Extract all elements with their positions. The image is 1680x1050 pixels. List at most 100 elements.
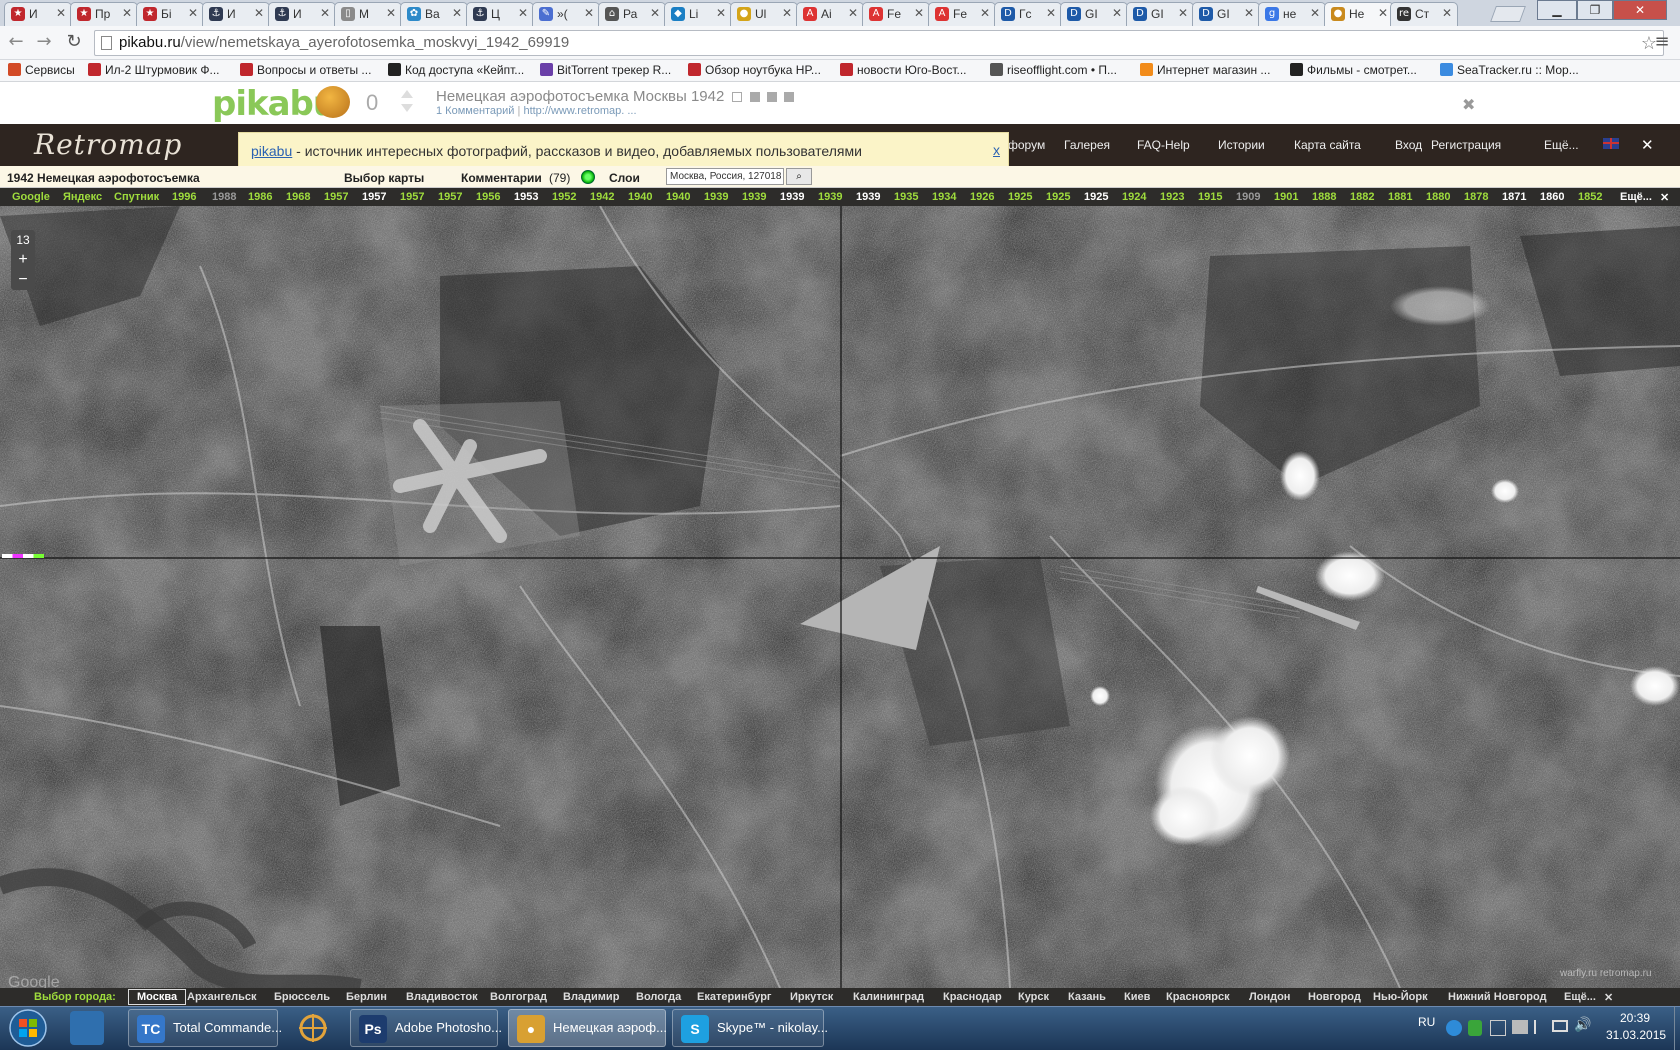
tab-close-icon[interactable]: ✕ [254,6,264,20]
explorer-quicklaunch-icon[interactable] [70,1011,104,1045]
vkontakte-icon[interactable] [784,92,794,102]
aerial-map[interactable]: warfly.ru retromap.ru Google [0,206,1680,988]
shield-tray-icon[interactable] [1468,1020,1482,1036]
tab-close-icon[interactable]: ✕ [650,6,660,20]
year-link[interactable]: 1953 [514,191,538,203]
browser-tab[interactable]: D Гс ✕ [994,2,1062,26]
retromap-logo[interactable]: Retromap [34,128,182,161]
year-link[interactable]: 1957 [324,191,348,203]
nav-link[interactable]: Вход [1395,138,1422,152]
bookmark-item[interactable]: Ил-2 Штурмовик Ф... [88,63,220,77]
bookmark-item[interactable]: riseofflight.com • П... [990,63,1117,77]
city-link[interactable]: ✕ [1604,991,1613,1004]
city-link[interactable]: Волгоград [490,991,547,1003]
browser-tab[interactable]: g не ✕ [1258,2,1326,26]
year-link[interactable]: 1939 [818,191,842,203]
taskbar-item[interactable]: S Skype™ - nikolay... [672,1009,828,1047]
tab-close-icon[interactable]: ✕ [848,6,858,20]
tab-close-icon[interactable]: ✕ [1112,6,1122,20]
year-link[interactable]: 1915 [1198,191,1222,203]
city-link[interactable]: Владимир [563,991,619,1003]
city-link[interactable]: Архангельск [187,991,256,1003]
bookmark-item[interactable]: Код доступа «Кейпт... [388,63,524,77]
year-link[interactable]: 1939 [856,191,880,203]
city-link[interactable]: Казань [1068,991,1106,1003]
browser-tab[interactable]: ✎ »(✕ [532,2,600,26]
zoom-in-button[interactable]: + [11,250,35,270]
year-link[interactable]: Яндекс [63,191,102,203]
tab-close-icon[interactable]: ✕ [386,6,396,20]
close-window-button[interactable]: ✕ [1613,0,1667,20]
clock-date[interactable]: 31.03.2015 [1606,1028,1666,1042]
comments-link[interactable]: Комментарии [461,171,542,185]
year-link[interactable]: 1882 [1350,191,1374,203]
browser-tab[interactable]: A Fe ✕ [928,2,996,26]
year-link[interactable]: 1939 [704,191,728,203]
city-link[interactable]: Нижний Новгород [1448,991,1547,1003]
browser-tab[interactable]: ⚓ И ✕ [202,2,270,26]
city-link[interactable]: Брюссель [274,991,330,1003]
nav-link[interactable]: Истории [1218,138,1265,152]
city-link[interactable]: Калининград [853,991,924,1003]
menu-icon[interactable]: ≡ [1652,32,1672,52]
facebook-icon[interactable] [749,92,760,102]
year-link[interactable]: Google [12,191,50,203]
year-link[interactable]: 1996 [172,191,196,203]
tab-close-icon[interactable]: ✕ [1178,6,1188,20]
year-link[interactable]: 1934 [932,191,956,203]
year-link[interactable]: 1909 [1236,191,1260,203]
tab-close-icon[interactable]: ✕ [1046,6,1056,20]
volume-icon[interactable]: 🔊 [1574,1017,1591,1033]
new-tab-button[interactable] [1490,6,1526,22]
globe-icon[interactable] [581,170,595,184]
taskbar-item[interactable]: TC Total Commande... [128,1009,282,1047]
city-link[interactable]: Лондон [1249,991,1290,1003]
back-arrow-icon[interactable]: ← [6,32,26,52]
year-link[interactable]: 1942 [590,191,614,203]
browser-tab[interactable]: A Fe ✕ [862,2,930,26]
year-link[interactable]: 1860 [1540,191,1564,203]
browser-tab[interactable]: D GI ✕ [1192,2,1260,26]
year-link[interactable]: 1957 [438,191,462,203]
zoom-out-button[interactable]: − [11,270,35,290]
year-link[interactable]: 1940 [628,191,652,203]
year-link[interactable]: 1925 [1046,191,1070,203]
notice-close-link[interactable]: x [993,142,1000,158]
nav-link[interactable]: Ещё... [1544,138,1579,152]
browser-tab[interactable]: ★ И ✕ [4,2,72,26]
reload-icon[interactable]: ↻ [64,32,84,52]
browser-tab[interactable]: ◆ Li ✕ [664,2,732,26]
city-link[interactable]: Владивосток [406,991,478,1003]
tab-close-icon[interactable]: ✕ [584,6,594,20]
year-link[interactable]: ✕ [1660,191,1669,204]
browser-tab[interactable]: ★ Бі ✕ [136,2,204,26]
taskbar-item[interactable]: ● Немецкая аэроф... [508,1009,667,1047]
browser-tab[interactable]: re Ст ✕ [1390,2,1458,26]
year-link[interactable]: 1881 [1388,191,1412,203]
year-link[interactable]: 1939 [780,191,804,203]
year-link[interactable]: 1925 [1008,191,1032,203]
bookmark-item[interactable]: Фильмы - смотрет... [1290,63,1417,77]
year-link[interactable]: Ещё... [1620,191,1652,203]
tab-close-icon[interactable]: ✕ [1244,6,1254,20]
browser-tab[interactable]: ★ Пр ✕ [70,2,138,26]
nav-link[interactable]: FAQ-Help [1137,138,1190,152]
nav-link[interactable]: Галерея [1064,138,1110,152]
year-link[interactable]: Спутник [114,191,159,203]
year-link[interactable]: 1925 [1084,191,1108,203]
tab-close-icon[interactable]: ✕ [518,6,528,20]
year-link[interactable]: 1878 [1464,191,1488,203]
bookmark-item[interactable]: Обзор ноутбука HP... [688,63,821,77]
year-link[interactable]: 1852 [1578,191,1602,203]
tab-close-icon[interactable]: ✕ [188,6,198,20]
year-link[interactable]: 1956 [476,191,500,203]
windows-start-icon[interactable] [2,1008,54,1048]
city-link[interactable]: Иркутск [790,991,833,1003]
tab-close-icon[interactable]: ✕ [1378,6,1388,20]
save-icon[interactable] [732,92,743,102]
year-link[interactable]: 1924 [1122,191,1146,203]
bookmark-item[interactable]: новости Юго-Вост... [840,63,967,77]
notice-pikabu-link[interactable]: pikabu [251,143,292,159]
share-icons[interactable] [728,89,794,106]
year-link[interactable]: 1871 [1502,191,1526,203]
